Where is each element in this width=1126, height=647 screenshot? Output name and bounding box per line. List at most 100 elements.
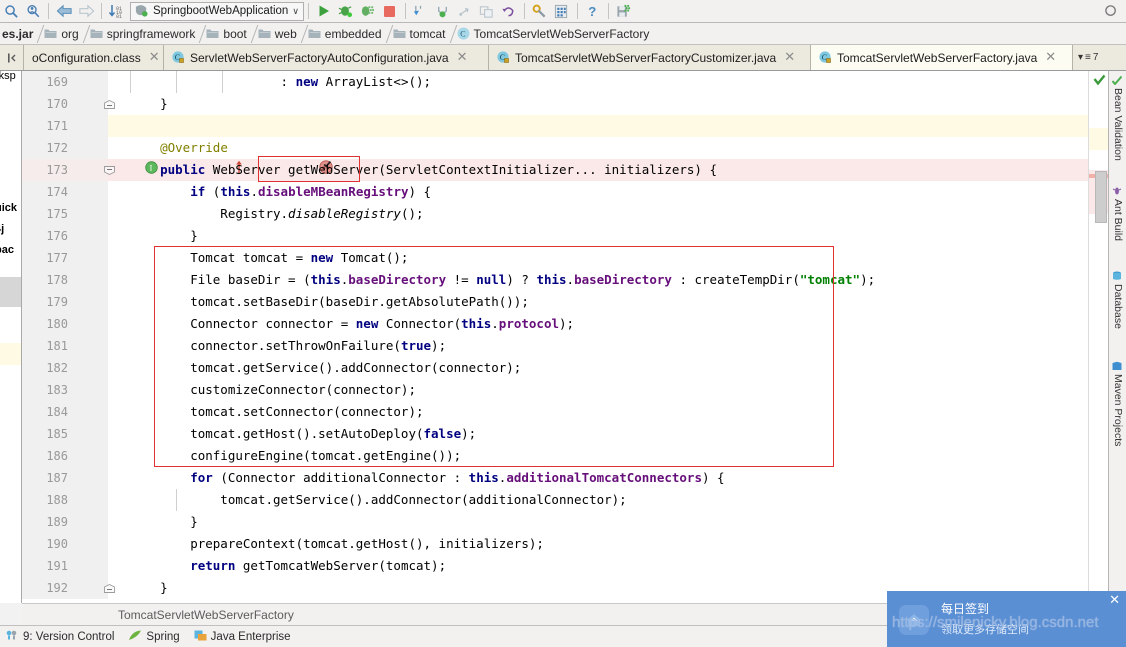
code-line[interactable]: 184 tomcat.setConnector(connector); bbox=[22, 401, 1088, 423]
breadcrumb-item-boot[interactable]: boot bbox=[202, 23, 253, 44]
push-icon[interactable] bbox=[454, 1, 476, 21]
bottom-breadcrumb-label: TomcatServletWebServerFactory bbox=[118, 607, 294, 622]
code-line[interactable]: 182 tomcat.getService().addConnector(con… bbox=[22, 357, 1088, 379]
sort-icon[interactable]: 01 10 01 bbox=[106, 1, 128, 21]
code-line[interactable]: 183 customizeConnector(connector); bbox=[22, 379, 1088, 401]
tab-servletwebserverfactoryautoconfiguration-java[interactable]: C ServletWebServerFactoryAutoConfigurati… bbox=[164, 45, 489, 70]
line-number: 177 bbox=[46, 251, 68, 265]
stop-icon[interactable] bbox=[379, 1, 401, 21]
breadcrumb-item-tomcat[interactable]: tomcat bbox=[389, 23, 453, 44]
status-item-version-control[interactable]: 9: Version Control bbox=[6, 630, 114, 644]
code-line[interactable]: 181 connector.setThrowOnFailure(true); bbox=[22, 335, 1088, 357]
line-number: 181 bbox=[46, 339, 68, 353]
breadcrumb-item-springframework[interactable]: springframework bbox=[86, 23, 203, 44]
tab-tomcatservletwebserverfactorycustomizer-java[interactable]: C TomcatServletWebServerFactoryCustomize… bbox=[489, 45, 811, 70]
code-line[interactable]: 188 tomcat.getService().addConnector(add… bbox=[22, 489, 1088, 511]
sidebar-item-maven-projects[interactable]: Maven Projects bbox=[1109, 361, 1126, 446]
code-line[interactable]: 177 Tomcat tomcat = new Tomcat(); bbox=[22, 247, 1088, 269]
code-text: tomcat.getService().addConnector(additio… bbox=[130, 492, 627, 507]
code-line[interactable]: 179 tomcat.setBaseDir(baseDir.getAbsolut… bbox=[22, 291, 1088, 313]
project-structure-icon[interactable] bbox=[551, 1, 573, 21]
fold-start-icon[interactable] bbox=[102, 159, 116, 181]
code-line[interactable]: 187 for (Connector additionalConnector :… bbox=[22, 467, 1088, 489]
breadcrumb-label: org bbox=[61, 26, 79, 41]
close-icon[interactable]: ✕ bbox=[1045, 51, 1056, 64]
tab-overflow-button[interactable]: ▾ ≡ 7 bbox=[1073, 45, 1104, 70]
close-icon[interactable]: ✕ bbox=[784, 51, 795, 64]
status-item-java-enterprise[interactable]: Java Enterprise bbox=[194, 630, 291, 644]
help-icon[interactable]: ? bbox=[582, 1, 604, 21]
code-line[interactable]: 171 bbox=[22, 115, 1088, 137]
code-line[interactable]: 186 configureEngine(tomcat.getEngine()); bbox=[22, 445, 1088, 467]
toolbar-separator bbox=[307, 3, 309, 19]
code-line[interactable]: 173 I public WebServer getWebServer(Serv… bbox=[22, 159, 1088, 181]
breadcrumb-item-org[interactable]: org bbox=[40, 23, 85, 44]
close-icon[interactable]: ✕ bbox=[457, 51, 468, 64]
breadcrumb-item-web[interactable]: web bbox=[254, 23, 304, 44]
code-text: tomcat.getService().addConnector(connect… bbox=[130, 360, 522, 375]
settings-icon[interactable] bbox=[529, 1, 551, 21]
intellij-idea-window: 01 10 01 SpringbootWebApplication ∨ ? es… bbox=[0, 0, 1126, 647]
search-icon[interactable] bbox=[0, 1, 22, 21]
navigate-forward-icon[interactable] bbox=[75, 1, 97, 21]
sidebar-item-bean-validation[interactable]: Bean Validation bbox=[1109, 75, 1126, 161]
sidebar-item-ant-build[interactable]: Ant Build bbox=[1109, 186, 1126, 241]
line-number: 191 bbox=[46, 559, 68, 573]
code-line[interactable]: 180 Connector connector = new Connector(… bbox=[22, 313, 1088, 335]
left-strip-top-label: rksp bbox=[0, 71, 16, 82]
tab-count-label: 7 bbox=[1092, 52, 1099, 63]
run-icon[interactable] bbox=[313, 1, 335, 21]
code-line[interactable]: 169 : new ArrayList<>(); bbox=[22, 71, 1088, 93]
rollback-icon[interactable] bbox=[498, 1, 520, 21]
sidebar-item-database[interactable]: Database bbox=[1109, 271, 1126, 329]
breadcrumb-item-class[interactable]: C TomcatServletWebServerFactory bbox=[453, 23, 657, 44]
navigate-back-icon[interactable] bbox=[53, 1, 75, 21]
run-with-coverage-icon[interactable] bbox=[357, 1, 379, 21]
editor-error-stripe[interactable] bbox=[1088, 71, 1109, 603]
tab-list-icon[interactable] bbox=[0, 45, 24, 70]
code-line[interactable]: 191 return getTomcatWebServer(tomcat); bbox=[22, 555, 1088, 577]
code-editor[interactable]: 169 : new ArrayList<>(); 170 } 171 172 @… bbox=[22, 71, 1088, 603]
code-line[interactable]: 185 tomcat.getHost().setAutoDeploy(false… bbox=[22, 423, 1088, 445]
tab-oconfiguration-class[interactable]: oConfiguration.class ✕ bbox=[24, 45, 164, 70]
class-icon: C bbox=[457, 27, 470, 40]
close-icon[interactable]: ✕ bbox=[149, 51, 160, 64]
compare-icon[interactable] bbox=[476, 1, 498, 21]
code-line[interactable]: 174 if (this.disableMBeanRegistry) { bbox=[22, 181, 1088, 203]
code-line[interactable]: 178 File baseDir = (this.baseDirectory !… bbox=[22, 269, 1088, 291]
update-project-icon[interactable] bbox=[410, 1, 432, 21]
vertical-scrollbar-thumb[interactable] bbox=[1095, 171, 1107, 223]
save-all-icon[interactable] bbox=[613, 1, 635, 21]
line-number: 185 bbox=[46, 427, 68, 441]
toolbar-separator bbox=[48, 3, 49, 19]
run-configuration-selector[interactable]: SpringbootWebApplication ∨ bbox=[130, 1, 304, 21]
spring-boot-app-icon bbox=[135, 5, 148, 17]
code-text: customizeConnector(connector); bbox=[130, 382, 416, 397]
debug-icon[interactable] bbox=[335, 1, 357, 21]
code-line[interactable]: 189 } bbox=[22, 511, 1088, 533]
breadcrumb-item-embedded[interactable]: embedded bbox=[304, 23, 389, 44]
search-icon[interactable] bbox=[1100, 1, 1122, 21]
breadcrumb-item-jar[interactable]: es.jar bbox=[0, 23, 40, 44]
fold-end-icon[interactable] bbox=[102, 93, 116, 115]
fold-end-icon[interactable] bbox=[102, 577, 116, 599]
folder-icon bbox=[90, 28, 103, 39]
code-line[interactable]: 176 } bbox=[22, 225, 1088, 247]
status-item-spring[interactable]: Spring bbox=[128, 630, 180, 644]
code-line[interactable]: 170 } bbox=[22, 93, 1088, 115]
inspection-ok-icon[interactable] bbox=[1093, 74, 1106, 87]
line-number: 180 bbox=[46, 317, 68, 331]
chevron-down-icon[interactable]: ∨ bbox=[292, 6, 299, 17]
java-enterprise-icon bbox=[194, 630, 207, 644]
commit-icon[interactable] bbox=[432, 1, 454, 21]
search-everywhere-icon[interactable] bbox=[22, 1, 44, 21]
tab-tomcatservletwebserverfactory-java[interactable]: C TomcatServletWebServerFactory.java ✕ bbox=[811, 45, 1073, 70]
stripe-mark-yellow bbox=[1089, 128, 1109, 150]
line-number: 174 bbox=[46, 185, 68, 199]
left-tool-panel-edge[interactable]: rksp uick 4j bac bbox=[0, 71, 22, 603]
code-line[interactable]: 190 prepareContext(tomcat.getHost(), ini… bbox=[22, 533, 1088, 555]
code-line[interactable]: 175 Registry.disableRegistry(); bbox=[22, 203, 1088, 225]
line-highlight-yellow bbox=[22, 115, 1088, 137]
close-icon[interactable]: ✕ bbox=[1109, 594, 1120, 607]
left-strip-block bbox=[0, 277, 21, 307]
